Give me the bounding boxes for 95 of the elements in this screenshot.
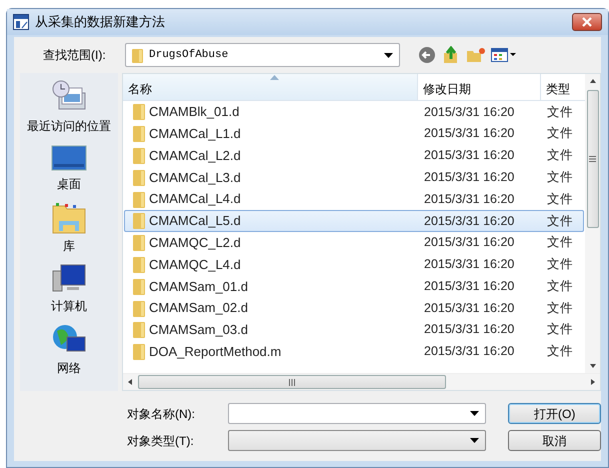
date-cell-text: 2015/3/31 16:20 (423, 190, 516, 208)
look-in-value: DrugsOfAbuse (149, 48, 230, 63)
file-name: CMAMSam_01.d (149, 278, 248, 296)
name-field[interactable] (228, 403, 486, 424)
date-cell-text: 2015/3/31 16:20 (423, 147, 516, 164)
view-menu-icon[interactable] (491, 47, 517, 63)
file-row[interactable]: DOA_ReportMethod.m 2015/3/31 16:20 文件 (124, 340, 584, 363)
folder-icon (133, 212, 145, 230)
folder-icon (133, 234, 145, 252)
file-name: CMAMQC_L4.d (149, 256, 241, 274)
type-cell-text: 文件 (546, 147, 574, 164)
desktop-icon (51, 143, 87, 173)
look-in-dropdown[interactable]: DrugsOfAbuse (125, 43, 400, 67)
file-name: DOA_ReportMethod.m (149, 342, 282, 361)
folder-icon (132, 48, 143, 62)
folder-icon (133, 278, 145, 295)
field-label: 对象名称(N): (127, 406, 196, 422)
file-row[interactable]: CMAMSam_02.d 2015/3/31 16:20 文件 (124, 297, 584, 319)
date-cell-text: 2015/3/31 16:20 (423, 234, 516, 252)
folder-icon (133, 168, 145, 186)
type-cell-text: 文件 (546, 321, 574, 338)
place-item[interactable]: 最近访问的位置 (27, 79, 111, 135)
field-label: 对象类型(T): (127, 432, 195, 450)
scroll-right-icon[interactable] (589, 377, 597, 387)
file-name: CMAMSam_03.d (149, 321, 248, 340)
window-title: 从采集的数据新建方法 (35, 13, 166, 32)
date-cell-text: 2015/3/31 16:20 (423, 104, 516, 121)
type-cell-text: 文件 (546, 234, 574, 252)
file-row[interactable]: CMAMCal_L4.d 2015/3/31 16:20 文件 (124, 188, 584, 210)
close-button[interactable] (572, 13, 602, 31)
date-cell-text: 2015/3/31 16:20 (423, 168, 516, 186)
place-item[interactable]: 计算机 (51, 263, 87, 315)
close-icon (582, 17, 592, 27)
file-name: CMAMCal_L2.d (149, 146, 241, 165)
place-item[interactable]: 库 (51, 201, 87, 255)
file-row[interactable]: CMAMSam_01.d 2015/3/31 16:20 文件 (124, 275, 584, 298)
folder-icon (133, 146, 145, 164)
type-cell-text: 文件 (546, 278, 574, 295)
folder-icon (133, 103, 145, 120)
type-cell-text: 文件 (546, 168, 574, 186)
date-cell-text: 2015/3/31 16:20 (423, 343, 516, 360)
library-icon (51, 201, 87, 235)
folder-icon (133, 256, 145, 273)
date-cell-text: 2015/3/31 16:20 (423, 300, 516, 317)
file-row[interactable]: CMAMCal_L5.d 2015/3/31 16:20 文件 (124, 210, 584, 232)
vertical-scrollbar[interactable] (585, 74, 600, 373)
folder-icon (133, 321, 145, 338)
place-item[interactable]: 桌面 (51, 143, 87, 193)
type-cell-text: 文件 (546, 212, 574, 230)
file-row[interactable]: CMAMCal_L2.d 2015/3/31 16:20 文件 (124, 144, 584, 166)
file-name: CMAMCal_L4.d (149, 190, 241, 208)
file-name: CMAMCal_L3.d (149, 168, 241, 187)
scroll-left-icon[interactable] (126, 377, 134, 387)
date-cell-text: 2015/3/31 16:20 (423, 321, 516, 338)
cancel-button[interactable]: 取消 (508, 430, 601, 451)
file-name: CMAMCal_L5.d (149, 212, 241, 230)
type-cell-text: 文件 (546, 300, 574, 317)
file-row[interactable]: CMAMQC_L4.d 2015/3/31 16:20 文件 (124, 254, 584, 276)
dropdown-arrow-icon (470, 411, 480, 416)
type-dropdown[interactable] (228, 430, 486, 451)
type-cell-text: 文件 (546, 125, 574, 142)
type-cell-text: 文件 (546, 256, 574, 274)
date-cell-text: 2015/3/31 16:20 (423, 125, 516, 142)
folder-icon (133, 190, 145, 208)
file-name: CMAMQC_L2.d (149, 234, 241, 252)
file-row[interactable]: CMAMCal_L3.d 2015/3/31 16:20 文件 (124, 166, 584, 188)
date-cell-text: 2015/3/31 16:20 (423, 278, 516, 295)
new-folder-icon[interactable] (466, 47, 485, 63)
date-cell-text: 2015/3/31 16:20 (423, 212, 516, 230)
file-row[interactable]: CMAMBlk_01.d 2015/3/31 16:20 文件 (124, 101, 584, 123)
file-name: CMAMBlk_01.d (149, 103, 240, 122)
type-cell-text: 文件 (546, 343, 574, 360)
date-cell-text: 2015/3/31 16:20 (423, 256, 516, 274)
app-icon (13, 14, 29, 30)
type-cell-text: 文件 (546, 190, 574, 208)
look-in-label: 查找范围(I): (43, 47, 107, 64)
dropdown-arrow-icon (384, 52, 393, 58)
back-icon[interactable] (418, 46, 436, 64)
file-row[interactable]: CMAMCal_L1.d 2015/3/31 16:20 文件 (124, 122, 584, 145)
type-cell-text: 文件 (546, 104, 574, 121)
column-header[interactable]: 名称 (123, 74, 418, 100)
file-row[interactable]: CMAMQC_L2.d 2015/3/31 16:20 文件 (124, 232, 584, 254)
place-item[interactable]: 网络 (51, 323, 87, 377)
up-folder-icon[interactable] (442, 46, 460, 64)
folder-icon (133, 300, 145, 317)
open-button[interactable]: 打开(O) (508, 403, 601, 424)
scroll-thumb[interactable] (138, 375, 446, 389)
file-name: CMAMCal_L1.d (149, 124, 241, 143)
file-name: CMAMSam_02.d (149, 299, 248, 318)
folder-icon (133, 125, 145, 142)
scroll-thumb[interactable] (586, 90, 598, 228)
horizontal-scrollbar[interactable] (123, 373, 600, 390)
file-row[interactable]: CMAMSam_03.d 2015/3/31 16:20 文件 (124, 318, 584, 341)
dropdown-arrow-icon (470, 438, 480, 443)
folder-icon (133, 343, 145, 360)
